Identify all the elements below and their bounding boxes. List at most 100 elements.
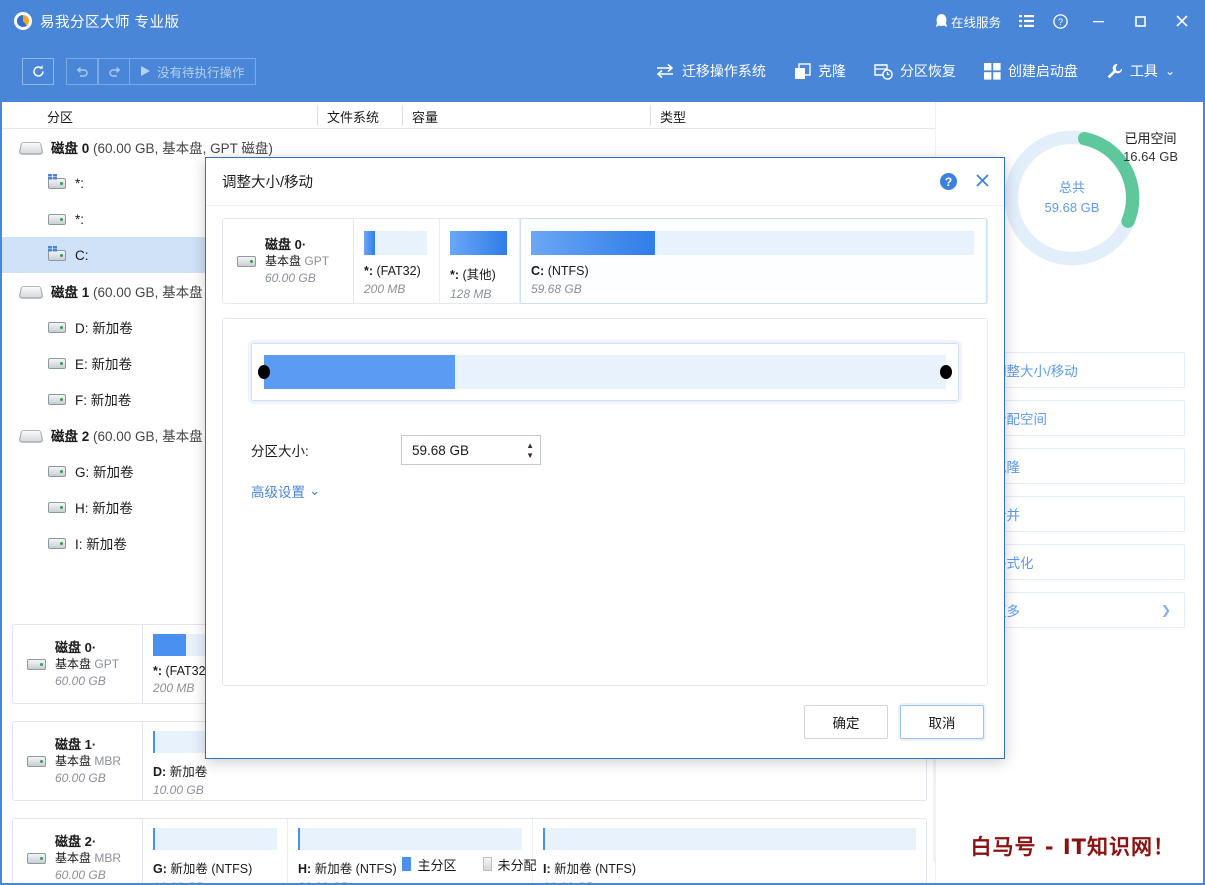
partition-used-fill: [153, 634, 186, 656]
dialog-help-button[interactable]: ?: [940, 173, 957, 190]
used-space-value: 16.64 GB: [1123, 148, 1178, 166]
legend-primary: 主分区: [402, 855, 456, 874]
online-service-button[interactable]: 在线服务: [927, 12, 1009, 31]
column-header-filesystem[interactable]: 文件系统: [327, 107, 379, 126]
spinner-arrows[interactable]: ▲ ▼: [526, 442, 534, 459]
column-header-capacity[interactable]: 容量: [412, 107, 438, 126]
column-separator[interactable]: [402, 105, 403, 125]
dialog-partition-c-selected[interactable]: C: (NTFS) 59.68 GB: [520, 218, 987, 304]
tree-partition-label: *:: [75, 176, 84, 191]
undo-button[interactable]: [66, 58, 98, 85]
clone-button[interactable]: 克隆: [780, 55, 860, 87]
partition-letter: D:: [153, 765, 166, 779]
unallocated-swatch: [483, 857, 492, 871]
partition-size: 128 MB: [450, 287, 519, 301]
left-resize-handle[interactable]: [258, 365, 270, 379]
tools-button[interactable]: 工具 ⌄: [1092, 55, 1189, 87]
refresh-button[interactable]: [22, 58, 54, 85]
dialog-partition-other[interactable]: *: (其他) 128 MB: [440, 219, 520, 303]
column-header-partition[interactable]: 分区: [47, 107, 73, 126]
dialog-disk-name: 磁盘 0: [265, 237, 302, 252]
partition-size: 200 MB: [364, 282, 439, 296]
title-bar-controls: 在线服务 ?: [927, 2, 1203, 40]
disk-icon: [237, 256, 256, 267]
partition-used-fill: [450, 231, 507, 255]
partition-fs: (FAT32): [377, 264, 421, 278]
dialog-partition-list: *: (FAT32) 200 MB *: (其他) 128 MB C: (NTF…: [354, 219, 987, 303]
penguin-icon: [935, 14, 948, 28]
tree-partition-label: I: 新加卷: [75, 533, 127, 553]
legend-primary-label: 主分区: [417, 855, 456, 874]
partition-size-label: 分区大小:: [251, 440, 401, 460]
dialog-partition-fat32[interactable]: *: (FAT32) 200 MB: [354, 219, 440, 303]
partition-size: 30.00 GB: [543, 880, 926, 883]
advanced-settings-row: 高级设置 ⌄: [251, 481, 959, 502]
used-space-annotation: 已用空间 16.64 GB: [1123, 130, 1178, 166]
tree-disk-meta: (60.00 GB, 基本盘: [93, 281, 203, 301]
chevron-down-icon: ⌄: [309, 483, 320, 499]
partition-edge-marker: [153, 828, 155, 850]
partition-size-input[interactable]: 59.68 GB ▲ ▼: [401, 435, 541, 465]
partition-icon: [48, 538, 66, 549]
app-logo-icon: [14, 12, 32, 30]
create-bootable-disk-icon: [984, 63, 1001, 80]
online-service-label: 在线服务: [951, 12, 1001, 31]
migrate-os-button[interactable]: 迁移操作系统: [641, 55, 780, 87]
title-bar: 易我分区大师 专业版 在线服务: [2, 2, 1203, 40]
disk-map-disk-suffix: ·: [92, 834, 96, 849]
disk-map-disk-suffix: ·: [92, 640, 96, 655]
ok-button[interactable]: 确定: [804, 705, 888, 739]
dialog-header-controls: ?: [940, 173, 990, 191]
tree-disk-name: 磁盘 2: [51, 425, 89, 445]
create-bootable-disk-label: 创建启动盘: [1008, 61, 1078, 81]
spinner-down-icon[interactable]: ▼: [526, 452, 534, 459]
tree-disk-name: 磁盘 0: [51, 137, 89, 157]
column-header-type[interactable]: 类型: [660, 107, 686, 126]
redo-button[interactable]: [98, 58, 130, 85]
menu-button[interactable]: [1009, 2, 1043, 40]
partition-size-field: 分区大小: 59.68 GB ▲ ▼: [251, 435, 959, 465]
partition-recovery-icon: [874, 63, 893, 80]
partition-resize-slider[interactable]: [251, 343, 959, 401]
partition-usage-bar: [531, 231, 974, 255]
partition-recovery-label: 分区恢复: [900, 61, 956, 81]
disk-map-disk-size: 60.00 GB: [55, 770, 121, 787]
partition-fs: 新加卷: [170, 765, 208, 779]
disk-map-disk-size: 60.00 GB: [55, 673, 119, 690]
right-resize-handle[interactable]: [940, 365, 952, 379]
close-button[interactable]: [1161, 2, 1203, 40]
list-menu-icon: [1019, 15, 1034, 27]
tree-partition-label: E: 新加卷: [75, 353, 132, 373]
migrate-os-icon: [655, 63, 675, 79]
create-bootable-disk-button[interactable]: 创建启动盘: [970, 55, 1092, 87]
pending-operations-button[interactable]: 没有待执行操作: [130, 58, 256, 85]
column-separator[interactable]: [317, 105, 318, 125]
maximize-button[interactable]: [1119, 2, 1161, 40]
partition-recovery-button[interactable]: 分区恢复: [860, 55, 970, 87]
spinner-up-icon[interactable]: ▲: [526, 442, 534, 449]
help-button[interactable]: ?: [1043, 2, 1077, 40]
minimize-button[interactable]: [1077, 2, 1119, 40]
clone-icon: [794, 63, 811, 80]
tree-partition-label: *:: [75, 212, 84, 227]
dialog-title: 调整大小/移动: [222, 171, 313, 192]
refresh-icon: [31, 64, 46, 79]
partition-size-value: 59.68 GB: [412, 443, 526, 458]
tree-partition-label: F: 新加卷: [75, 389, 131, 409]
legend-unallocated: 未分配: [483, 855, 537, 874]
dialog-disk-scheme: GPT: [304, 254, 329, 268]
minimize-icon: [1092, 15, 1105, 28]
advanced-settings-toggle[interactable]: 高级设置 ⌄: [251, 481, 320, 501]
svg-text:?: ?: [1057, 17, 1062, 27]
dialog-close-button[interactable]: [975, 173, 990, 191]
dialog-header: 调整大小/移动 ?: [206, 158, 1004, 206]
disk-map-disk-info: 磁盘 0· 基本盘 GPT 60.00 GB: [13, 625, 143, 703]
chevron-right-icon: ❯: [1161, 603, 1171, 617]
cancel-button[interactable]: 取消: [900, 705, 984, 739]
dialog-body: 磁盘 0· 基本盘 GPT 60.00 GB *: (FAT32) 200 MB…: [206, 206, 1004, 686]
tree-partition-label: G: 新加卷: [75, 461, 134, 481]
disk-icon: [18, 286, 43, 299]
column-separator[interactable]: [650, 105, 651, 125]
partition-edge-marker: [153, 731, 155, 753]
disk-icon: [27, 756, 46, 767]
